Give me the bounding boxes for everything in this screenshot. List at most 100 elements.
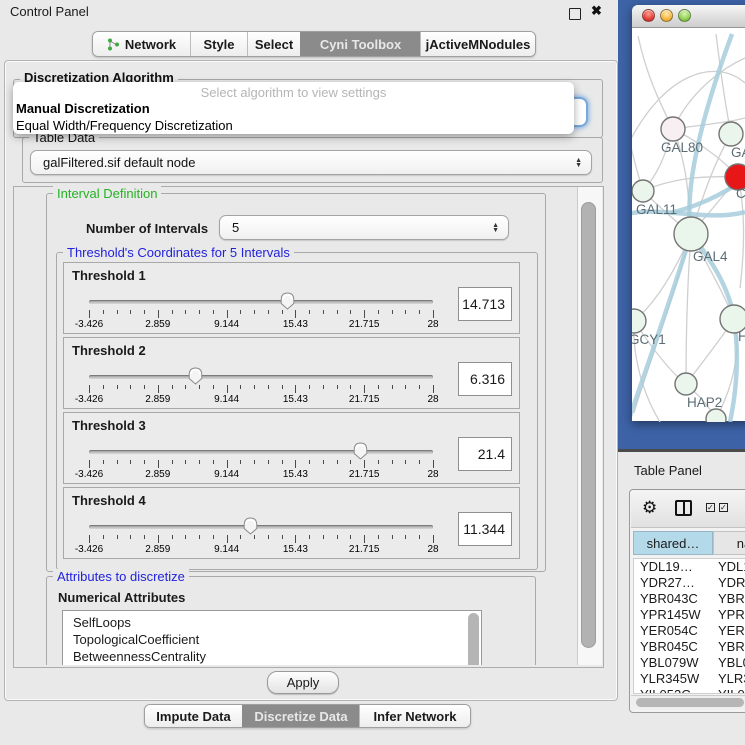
minor-tick — [323, 310, 324, 314]
minor-tick — [419, 310, 420, 314]
select-all-checkbox-icon[interactable]: ✓ — [706, 503, 715, 512]
table-row[interactable]: YLR345WYLR3 — [634, 671, 745, 687]
attribute-list-item[interactable]: BetweennessCentrality — [63, 648, 481, 665]
tab-infer-network[interactable]: Infer Network — [359, 705, 470, 727]
major-tick — [89, 310, 90, 318]
table-rows: YDL19…YDL1YDR27…YDR2YBR043CYBR0YPR145WYP… — [633, 558, 745, 694]
numerical-attributes-list: SelfLoopsTopologicalCoefficientBetweenne… — [62, 610, 482, 665]
table-row[interactable]: YPR145WYPR1 — [634, 607, 745, 623]
float-window-icon[interactable] — [569, 8, 581, 20]
column-view-icon[interactable] — [675, 500, 692, 516]
table-row[interactable]: YIL052CYIL0 — [634, 687, 745, 694]
tick-label: 2.859 — [145, 394, 170, 405]
major-tick — [89, 460, 90, 468]
column-header-shared-name[interactable]: shared… — [633, 531, 713, 555]
threshold-value-field[interactable]: 11.344 — [458, 512, 512, 546]
minor-tick — [199, 535, 200, 539]
num-intervals-value: 5 — [220, 220, 239, 235]
dropdown-placeholder-item[interactable]: Select algorithm to view settings — [13, 82, 574, 100]
network-node-hap2[interactable] — [675, 373, 697, 395]
attribute-list-item[interactable]: TopologicalCoefficient — [63, 631, 481, 648]
minor-tick — [350, 460, 351, 464]
slider-track[interactable] — [89, 300, 433, 304]
tab-cyni-toolbox[interactable]: Cyni Toolbox — [300, 32, 420, 56]
major-tick — [364, 460, 365, 468]
major-tick — [227, 460, 228, 468]
list-scrollbar-thumb[interactable] — [468, 613, 479, 665]
tab-impute-data[interactable]: Impute Data — [145, 705, 242, 727]
table-row[interactable]: YER054CYER0 — [634, 623, 745, 639]
minor-tick — [405, 460, 406, 464]
slider-thumb[interactable] — [280, 292, 295, 310]
apply-button[interactable]: Apply — [267, 671, 339, 694]
threshold-coordinates-group-title: Threshold's Coordinates for 5 Intervals — [63, 245, 294, 260]
slider-track[interactable] — [89, 450, 433, 454]
cell-name: YIL0 — [714, 687, 745, 694]
minor-tick — [144, 460, 145, 464]
cell-name: YLR3 — [714, 671, 745, 687]
tab-select[interactable]: Select — [247, 32, 300, 56]
slider-thumb[interactable] — [353, 442, 368, 460]
network-node-gal11[interactable] — [632, 180, 654, 202]
minor-tick — [199, 385, 200, 389]
threshold-value-field[interactable]: 14.713 — [458, 287, 512, 321]
major-tick — [158, 385, 159, 393]
minimize-traffic-light-icon[interactable] — [660, 9, 673, 22]
minor-tick — [130, 460, 131, 464]
network-window-titlebar[interactable] — [632, 5, 745, 28]
network-edge[interactable] — [686, 234, 691, 384]
zoom-traffic-light-icon[interactable] — [678, 9, 691, 22]
slider-thumb[interactable] — [188, 367, 203, 385]
network-canvas[interactable]: GAL80GACGAL11GAL4GCY1HHAP2 — [632, 28, 745, 422]
minor-tick — [254, 385, 255, 389]
network-node-gal80[interactable] — [661, 117, 685, 141]
minor-tick — [309, 310, 310, 314]
cell-name: YDR2 — [714, 575, 745, 591]
threshold-panel-1: Threshold 1-3.4262.8599.14415.4321.71528… — [63, 262, 520, 334]
table-row[interactable]: YBR043CYBR0 — [634, 591, 745, 607]
cell-shared-name: YBR043C — [634, 591, 714, 607]
minor-tick — [144, 310, 145, 314]
cell-name: YBL0 — [714, 655, 745, 671]
network-node-ga[interactable] — [719, 122, 743, 146]
num-intervals-spinner[interactable]: 5 ▲▼ — [219, 215, 509, 240]
close-icon[interactable]: ✖ — [591, 3, 602, 19]
horizontal-scrollbar-track[interactable] — [631, 695, 745, 709]
table-panel-title: Table Panel — [634, 463, 702, 478]
tab-jactivemnodules[interactable]: jActiveMNodules — [420, 32, 535, 56]
table-data-combobox[interactable]: galFiltered.sif default node ▲▼ — [30, 150, 592, 175]
network-edge[interactable] — [638, 36, 673, 129]
network-node[interactable] — [706, 409, 726, 422]
tick-label: 28 — [427, 319, 438, 330]
close-traffic-light-icon[interactable] — [642, 9, 655, 22]
dropdown-option-equal-width[interactable]: Equal Width/Frequency Discretization — [13, 117, 574, 134]
tab-discretize-data[interactable]: Discretize Data — [242, 705, 359, 727]
major-tick — [158, 310, 159, 318]
table-row[interactable]: YDR27…YDR2 — [634, 575, 745, 591]
slider-track[interactable] — [89, 375, 433, 379]
slider-track[interactable] — [89, 525, 433, 529]
tab-style[interactable]: Style — [190, 32, 247, 56]
tick-label: 21.715 — [349, 319, 380, 330]
minor-tick — [185, 385, 186, 389]
select-none-checkbox-icon[interactable]: ✓ — [719, 503, 728, 512]
interval-definition-group-title: Interval Definition — [53, 186, 161, 201]
table-row[interactable]: YDL19…YDL1 — [634, 559, 745, 575]
threshold-value-field[interactable]: 6.316 — [458, 362, 512, 396]
table-row[interactable]: YBL079WYBL0 — [634, 655, 745, 671]
table-row[interactable]: YBR045CYBR0 — [634, 639, 745, 655]
slider-thumb[interactable] — [243, 517, 258, 535]
vertical-scrollbar-thumb[interactable] — [581, 202, 596, 648]
network-node-gal4[interactable] — [674, 217, 708, 251]
gear-icon[interactable]: ⚙ — [642, 498, 657, 518]
stepper-arrows-icon: ▲▼ — [492, 223, 499, 233]
dropdown-option-manual-discretization[interactable]: Manual Discretization — [13, 100, 574, 117]
attribute-list-item[interactable]: SelfLoops — [63, 614, 481, 631]
network-edge[interactable] — [673, 58, 745, 129]
horizontal-scrollbar-thumb[interactable] — [636, 698, 744, 707]
table-data-combobox-value: galFiltered.sif default node — [31, 155, 195, 170]
threshold-value-field[interactable]: 21.4 — [458, 437, 512, 471]
column-header-name[interactable]: name — [713, 531, 745, 555]
minor-tick — [213, 385, 214, 389]
tab-network[interactable]: Network — [93, 32, 190, 56]
